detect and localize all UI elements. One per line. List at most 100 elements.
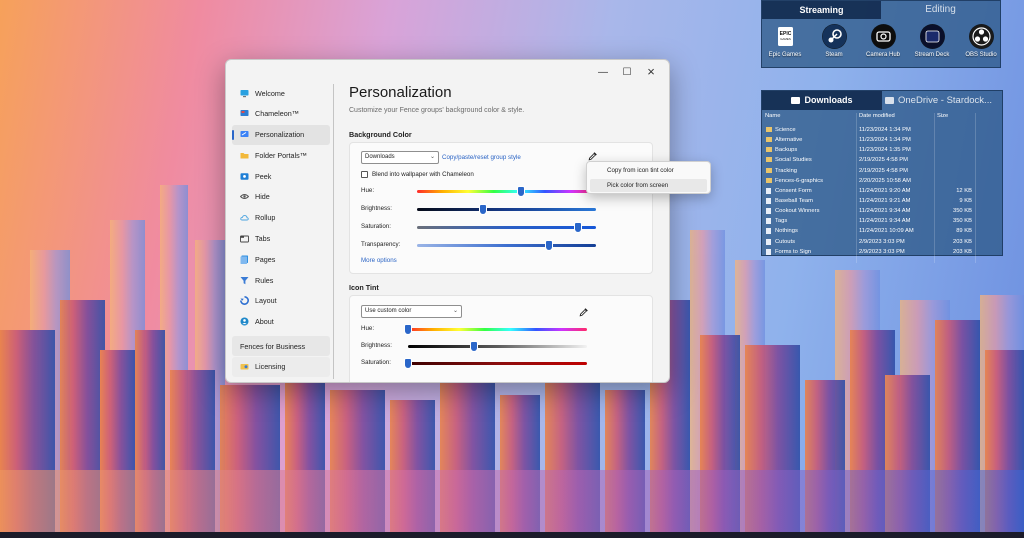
slider-thumb[interactable] xyxy=(405,359,411,368)
sidebar-item-label: Welcome xyxy=(255,88,285,98)
file-name: Forms to Sign xyxy=(775,248,812,255)
hue-slider[interactable] xyxy=(405,325,587,334)
fence-tab-editing[interactable]: Editing xyxy=(881,1,1000,19)
sidebar-item-fences-for-business[interactable]: Fences for Business xyxy=(232,336,330,356)
slider-label: Brightness: xyxy=(361,205,392,212)
fence-tab-streaming[interactable]: Streaming xyxy=(762,1,881,19)
window-controls: — ☐ × xyxy=(591,64,663,80)
slider-thumb[interactable] xyxy=(471,342,478,351)
pick-color-from-screen-menu-item[interactable]: Pick color from screen xyxy=(590,179,707,192)
eyedropper-icon[interactable] xyxy=(579,307,589,317)
document-icon xyxy=(766,238,771,245)
sidebar-item-hide[interactable]: Hide xyxy=(232,187,330,207)
svg-text:GAMES: GAMES xyxy=(780,37,791,41)
minimize-icon[interactable]: — xyxy=(591,64,615,80)
sidebar-item-welcome[interactable]: Welcome xyxy=(232,83,330,103)
sidebar-item-pages[interactable]: Pages xyxy=(232,249,330,269)
sidebar-item-folder-portals[interactable]: Folder Portals™ xyxy=(232,145,330,165)
sidebar-item-rules[interactable]: Rules xyxy=(232,270,330,290)
file-row[interactable]: Consent Form 11/24/2021 9:20 AM 12 KB xyxy=(762,186,1002,196)
maximize-icon[interactable]: ☐ xyxy=(615,64,639,80)
file-name: Science xyxy=(775,127,796,133)
sidebar-item-tabs[interactable]: Tabs xyxy=(232,229,330,249)
document-icon xyxy=(766,248,771,255)
sidebar-item-personalization[interactable]: Personalization xyxy=(232,124,330,145)
icon-tint-heading: Icon Tint xyxy=(349,283,379,292)
slider-label: Hue: xyxy=(361,187,375,194)
file-row[interactable]: Baseball Team 11/24/2021 9:21 AM 9 KB xyxy=(762,196,1002,206)
copy-tint-color-menu-item[interactable]: Copy from icon tint color xyxy=(590,164,707,177)
blend-chameleon-checkbox-row[interactable]: Blend into wallpaper with Chameleon xyxy=(361,171,474,178)
slider-thumb[interactable] xyxy=(480,205,487,214)
file-date: 11/24/2021 10:09 AM xyxy=(859,228,914,235)
file-row[interactable]: Social Studies 2/19/2025 4:58 PM xyxy=(762,155,1002,165)
sidebar-item-layout[interactable]: Layout xyxy=(232,291,330,311)
transparency-slider[interactable] xyxy=(417,241,596,250)
file-row[interactable]: Alternative 11/23/2024 1:34 PM xyxy=(762,135,1002,145)
slider-label: Saturation: xyxy=(361,359,391,366)
file-row[interactable]: Backups 11/23/2024 1:35 PM xyxy=(762,145,1002,155)
folder-icon xyxy=(766,127,772,132)
file-row[interactable]: Cookout Winners 11/24/2021 9:34 AM 350 KB xyxy=(762,206,1002,216)
icon-tint-dropdown[interactable]: Use custom color ⌄ xyxy=(361,305,462,318)
taskbar-edge xyxy=(0,532,1024,538)
sidebar-item-peek[interactable]: Peek xyxy=(232,166,330,186)
fence-tab-onedrive[interactable]: OneDrive - Stardock... xyxy=(882,91,1002,110)
slider-thumb[interactable] xyxy=(517,187,524,196)
saturation-slider[interactable] xyxy=(405,359,587,368)
shortcut-steam[interactable]: Steam xyxy=(810,24,858,58)
sidebar-item-licensing[interactable]: Licensing xyxy=(232,356,330,377)
brightness-slider[interactable] xyxy=(417,205,596,214)
stream-deck-icon xyxy=(919,24,945,49)
file-row[interactable]: Tags 11/24/2021 9:34 AM 350 KB xyxy=(762,216,1002,226)
sidebar-item-label: Rules xyxy=(255,275,274,285)
hue-slider[interactable] xyxy=(417,187,596,196)
file-name: Tracking xyxy=(775,167,798,174)
file-row[interactable]: Tracking 2/19/2025 4:58 PM xyxy=(762,166,1002,176)
file-row[interactable]: Nothings 11/24/2021 10:09 AM 89 KB xyxy=(762,226,1002,236)
eyedropper-icon[interactable] xyxy=(588,151,598,161)
column-name-header[interactable]: Name xyxy=(765,113,780,119)
brightness-slider[interactable] xyxy=(408,342,587,351)
file-size: 203 KB xyxy=(952,238,972,245)
document-icon xyxy=(766,228,771,235)
shortcut-epic-games[interactable]: EPIC GAMES Epic Games xyxy=(761,24,809,58)
sidebar-item-about[interactable]: About xyxy=(232,312,330,332)
fence-group-dropdown[interactable]: Downloads ⌄ xyxy=(361,151,439,164)
sidebar-item-label: Layout xyxy=(255,296,277,306)
cloud-icon xyxy=(240,215,249,221)
folder-icon xyxy=(766,147,772,153)
file-row[interactable]: Fences-6-graphics 2/20/2025 10:58 AM xyxy=(762,176,1002,186)
copy-paste-reset-link[interactable]: Copy/paste/reset group style xyxy=(442,154,521,161)
file-list: Science 11/23/2024 1:34 PM Alternative 11/2… xyxy=(762,125,1002,257)
sidebar-item-chameleon[interactable]: Chameleon™ xyxy=(232,104,330,124)
file-row[interactable]: Forms to Sign 2/9/2023 3:03 PM 203 KB xyxy=(762,247,1002,257)
column-date-header[interactable]: Date modified xyxy=(859,113,895,119)
folder-icon xyxy=(766,137,772,143)
slider-thumb[interactable] xyxy=(575,223,582,232)
fence-tab-label: OneDrive - Stardock... xyxy=(898,95,992,106)
slider-thumb[interactable] xyxy=(405,325,411,334)
column-size-header[interactable]: Size xyxy=(937,113,948,119)
sidebar-item-rollup[interactable]: Rollup xyxy=(232,208,330,228)
shortcut-camera-hub[interactable]: Camera Hub xyxy=(859,24,907,58)
streaming-fence-tabs: Streaming Editing xyxy=(762,1,1000,19)
more-options-link[interactable]: More options xyxy=(361,257,397,264)
file-list-header: Name Date modified Size xyxy=(762,113,1002,124)
folder-icon xyxy=(791,97,801,104)
shortcut-obs-studio[interactable]: OBS Studio xyxy=(957,24,1005,58)
shortcut-stream-deck[interactable]: Stream Deck xyxy=(908,24,956,58)
tabs-icon xyxy=(240,235,249,243)
blend-chameleon-checkbox[interactable] xyxy=(361,171,368,178)
filter-icon xyxy=(240,276,249,284)
steam-icon xyxy=(821,24,847,49)
file-row[interactable]: Science 11/23/2024 1:34 PM xyxy=(762,125,1002,135)
file-row[interactable]: Cutouts 2/9/2023 3:03 PM 203 KB xyxy=(762,237,1002,247)
slider-thumb[interactable] xyxy=(546,241,553,250)
fence-tab-downloads[interactable]: Downloads xyxy=(762,91,882,110)
saturation-slider[interactable] xyxy=(417,223,596,232)
file-date: 11/24/2021 9:20 AM xyxy=(859,187,911,194)
license-icon xyxy=(240,364,249,370)
eyedropper-context-menu: Copy from icon tint color Pick color from… xyxy=(586,161,711,194)
close-icon[interactable]: × xyxy=(639,64,663,80)
